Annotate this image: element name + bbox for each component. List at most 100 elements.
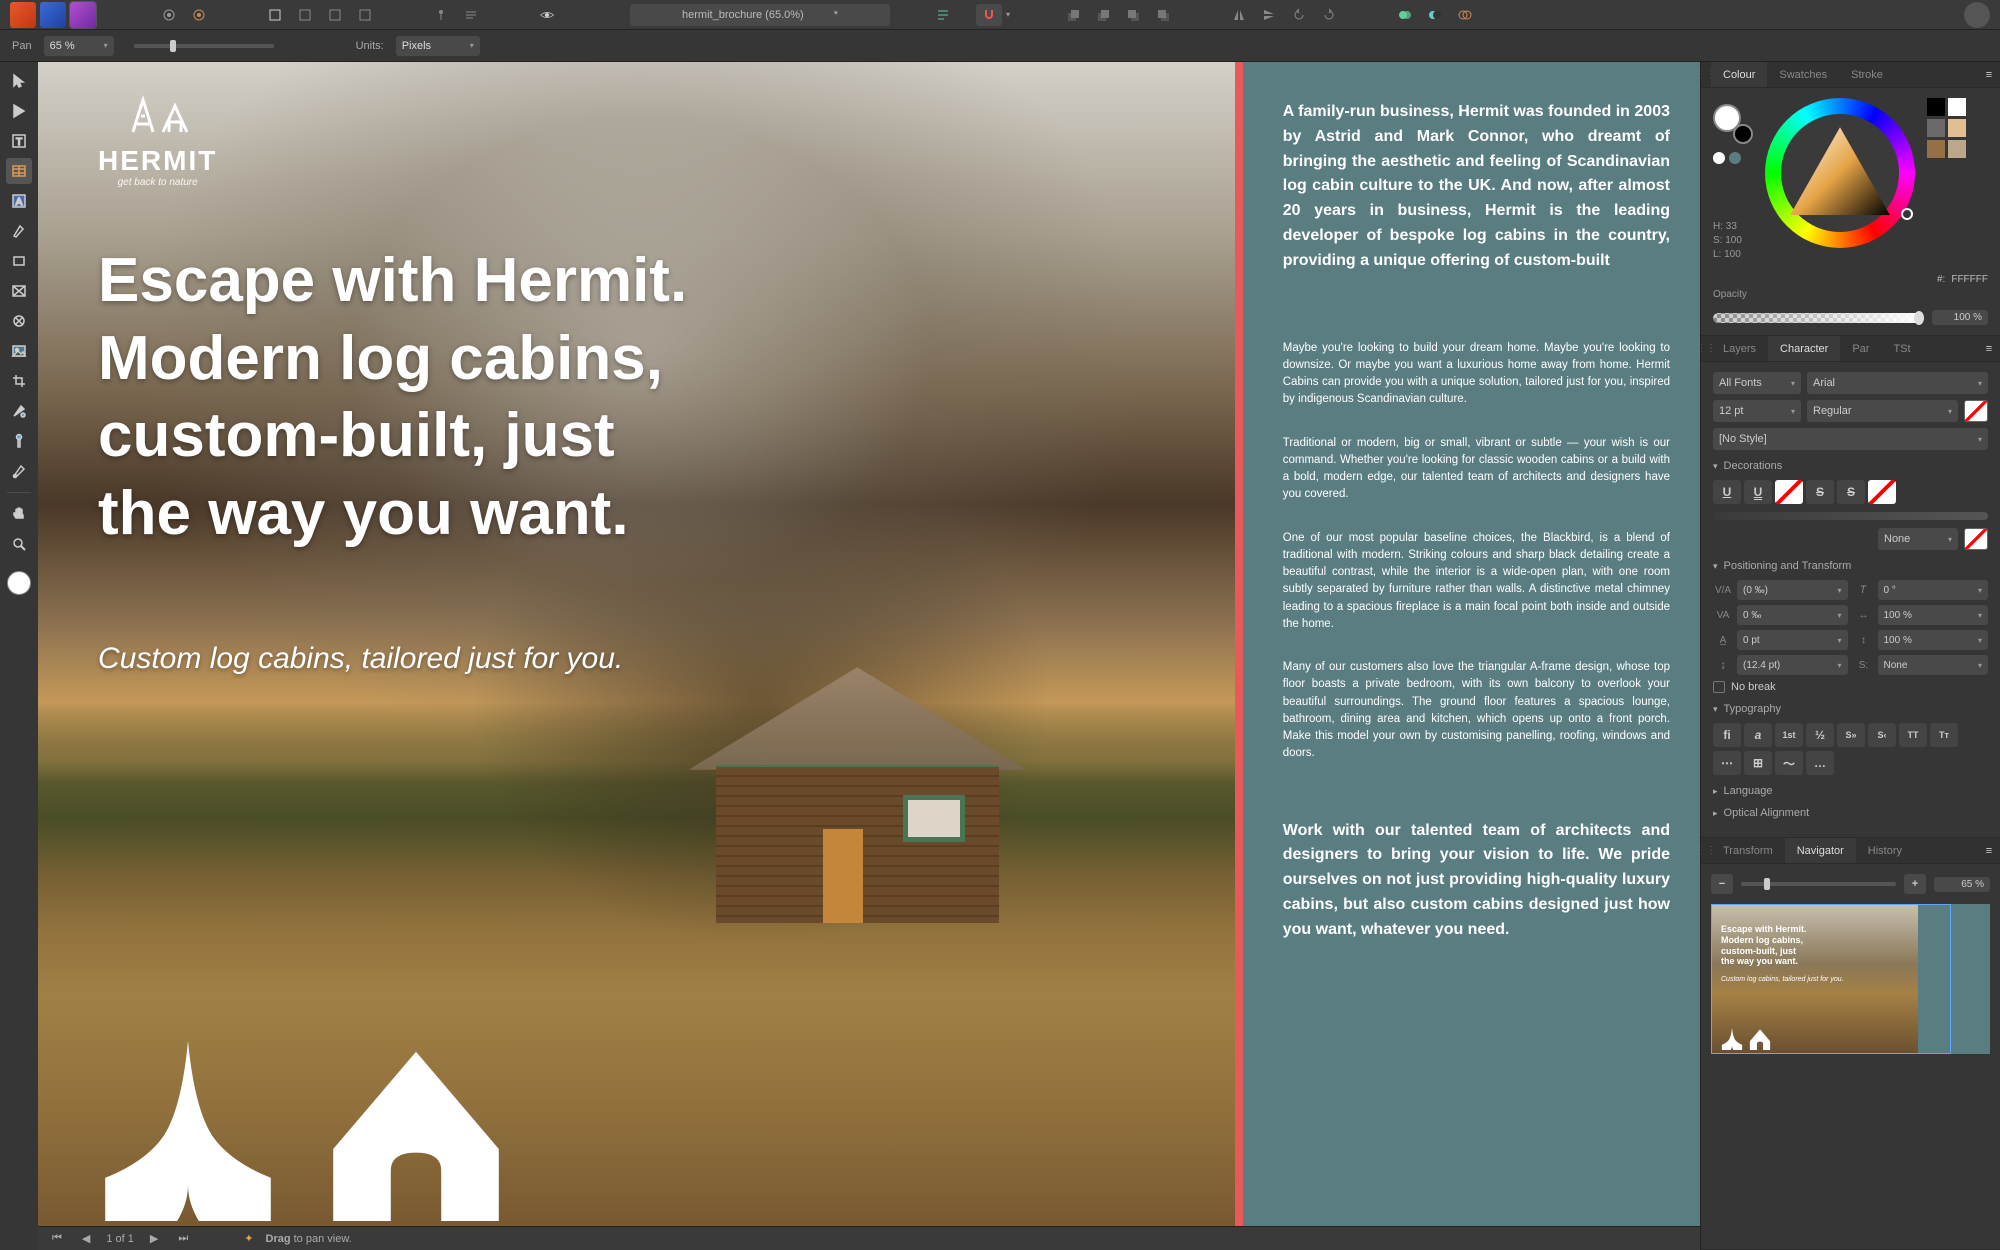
- tab-character[interactable]: Character: [1768, 336, 1840, 361]
- hscale-field[interactable]: 100 %▾: [1878, 605, 1989, 625]
- text-wrap-icon[interactable]: [458, 4, 484, 26]
- superscript-btn[interactable]: S»: [1837, 723, 1865, 747]
- transparency-tool[interactable]: [6, 428, 32, 454]
- rotate-ccw-icon[interactable]: [1286, 4, 1312, 26]
- strike-colour[interactable]: [1868, 480, 1896, 504]
- ellipse-tool[interactable]: [6, 308, 32, 334]
- resource-icon[interactable]: [352, 4, 378, 26]
- kerning-field[interactable]: 0 ‰▾: [1737, 605, 1848, 625]
- text-frame-tool[interactable]: T: [6, 128, 32, 154]
- tab-transform[interactable]: Transform: [1711, 838, 1785, 863]
- tab-swatches[interactable]: Swatches: [1767, 62, 1839, 87]
- tab-navigator[interactable]: Navigator: [1785, 838, 1856, 863]
- vscale-field[interactable]: 100 %▾: [1878, 630, 1989, 650]
- move-back-icon[interactable]: [1060, 4, 1086, 26]
- fill-tool[interactable]: [6, 398, 32, 424]
- zoom-slider[interactable]: [134, 44, 274, 48]
- nav-viewport-rect[interactable]: [1711, 904, 1951, 1054]
- flip-h-icon[interactable]: [1226, 4, 1252, 26]
- deco-position-slider[interactable]: [1713, 512, 1988, 520]
- swatch[interactable]: [1927, 119, 1945, 137]
- next-spread-button[interactable]: ▶: [146, 1232, 162, 1245]
- text-bg-swatch[interactable]: [1964, 400, 1988, 422]
- preferences-icon[interactable]: [156, 4, 182, 26]
- table-tool[interactable]: [6, 158, 32, 184]
- double-strike-btn[interactable]: S: [1837, 480, 1865, 504]
- rotate-cw-icon[interactable]: [1316, 4, 1342, 26]
- typo-more-btn[interactable]: …: [1806, 751, 1834, 775]
- preflight-icon[interactable]: [262, 4, 288, 26]
- swatch[interactable]: [1948, 119, 1966, 137]
- typo-extra-2[interactable]: ⊞: [1744, 751, 1772, 775]
- char-panel-menu[interactable]: ≡: [1978, 336, 2000, 361]
- place-image-tool[interactable]: [6, 338, 32, 364]
- swatch[interactable]: [1927, 98, 1945, 116]
- section-decorations[interactable]: ▾Decorations: [1713, 460, 1988, 472]
- font-weight-field[interactable]: Regular▾: [1807, 400, 1958, 422]
- units-field[interactable]: Pixels▾: [396, 36, 480, 56]
- nav-zoom-out[interactable]: −: [1711, 874, 1733, 894]
- typo-extra-1[interactable]: ⋯: [1713, 751, 1741, 775]
- alternates-btn[interactable]: a: [1744, 723, 1772, 747]
- char-style-field[interactable]: [No Style]▾: [1713, 428, 1988, 450]
- intersect-op-icon[interactable]: [1452, 4, 1478, 26]
- tab-text-styles[interactable]: TSt: [1881, 336, 1922, 361]
- scale-menu-field[interactable]: None▾: [1878, 655, 1989, 675]
- recent-swatch[interactable]: [1729, 152, 1741, 164]
- stroke-well[interactable]: [1733, 124, 1753, 144]
- deco-colour-swatch[interactable]: [1964, 528, 1988, 550]
- pen-tool[interactable]: [6, 218, 32, 244]
- nav-panel-menu[interactable]: ≡: [1978, 838, 2000, 863]
- section-icon[interactable]: [292, 4, 318, 26]
- opacity-slider[interactable]: [1713, 313, 1924, 323]
- artistic-text-tool[interactable]: A: [6, 188, 32, 214]
- colour-panel-menu[interactable]: ≡: [1978, 62, 2000, 87]
- view-pan-tool[interactable]: [6, 501, 32, 527]
- deco-style-field[interactable]: None▾: [1878, 528, 1958, 550]
- swatch[interactable]: [1948, 98, 1966, 116]
- picture-frame-tool[interactable]: [6, 278, 32, 304]
- flip-v-icon[interactable]: [1256, 4, 1282, 26]
- tab-colour[interactable]: Colour: [1711, 62, 1767, 87]
- section-optical[interactable]: ▸Optical Alignment: [1713, 807, 1988, 819]
- leading-field[interactable]: (12.4 pt)▾: [1737, 655, 1848, 675]
- affinity-photo-icon[interactable]: [40, 2, 66, 28]
- foreground-colour[interactable]: [7, 571, 31, 595]
- tab-stroke[interactable]: Stroke: [1839, 62, 1895, 87]
- shear-field[interactable]: 0 °▾: [1878, 580, 1989, 600]
- vector-crop-tool[interactable]: [6, 368, 32, 394]
- align-panel-icon[interactable]: [930, 4, 956, 26]
- section-positioning[interactable]: ▾Positioning and Transform: [1713, 560, 1988, 572]
- affinity-publisher-icon[interactable]: [70, 2, 96, 28]
- nav-zoom-field[interactable]: 65 %: [1934, 877, 1990, 892]
- first-spread-button[interactable]: ⏮: [48, 1232, 66, 1245]
- underline-btn[interactable]: U: [1713, 480, 1741, 504]
- snapping-menu-arrow[interactable]: ▾: [1006, 10, 1010, 19]
- swatch[interactable]: [1927, 140, 1945, 158]
- recent-swatch[interactable]: [1713, 152, 1725, 164]
- section-language[interactable]: ▸Language: [1713, 785, 1988, 797]
- add-op-icon[interactable]: [1392, 4, 1418, 26]
- subtract-op-icon[interactable]: [1422, 4, 1448, 26]
- last-spread-button[interactable]: ⏭: [174, 1232, 192, 1245]
- subscript-btn[interactable]: S‹: [1868, 723, 1896, 747]
- preview-mode-icon[interactable]: [534, 4, 560, 26]
- move-tool[interactable]: [6, 68, 32, 94]
- zoom-tool[interactable]: [6, 531, 32, 557]
- account-icon[interactable]: [1964, 2, 1990, 28]
- smallcaps-btn[interactable]: Tᴛ: [1930, 723, 1958, 747]
- nav-zoom-slider[interactable]: [1741, 882, 1896, 886]
- font-collection-field[interactable]: All Fonts▾: [1713, 372, 1801, 394]
- swatch[interactable]: [1948, 140, 1966, 158]
- baseline-icon[interactable]: [428, 4, 454, 26]
- allcaps-btn[interactable]: TT: [1899, 723, 1927, 747]
- node-tool[interactable]: [6, 98, 32, 124]
- zoom-field[interactable]: 65 %▾: [44, 36, 114, 56]
- canvas[interactable]: HERMIT get back to nature Escape with He…: [38, 62, 1700, 1226]
- hex-readout[interactable]: #:FFFFFF: [1701, 272, 2000, 285]
- section-typography[interactable]: ▾Typography: [1713, 703, 1988, 715]
- tracking-field[interactable]: (0 ‰)▾: [1737, 580, 1848, 600]
- affinity-designer-icon[interactable]: [10, 2, 36, 28]
- prev-spread-button[interactable]: ◀: [78, 1232, 94, 1245]
- snapping-icon[interactable]: [976, 4, 1002, 26]
